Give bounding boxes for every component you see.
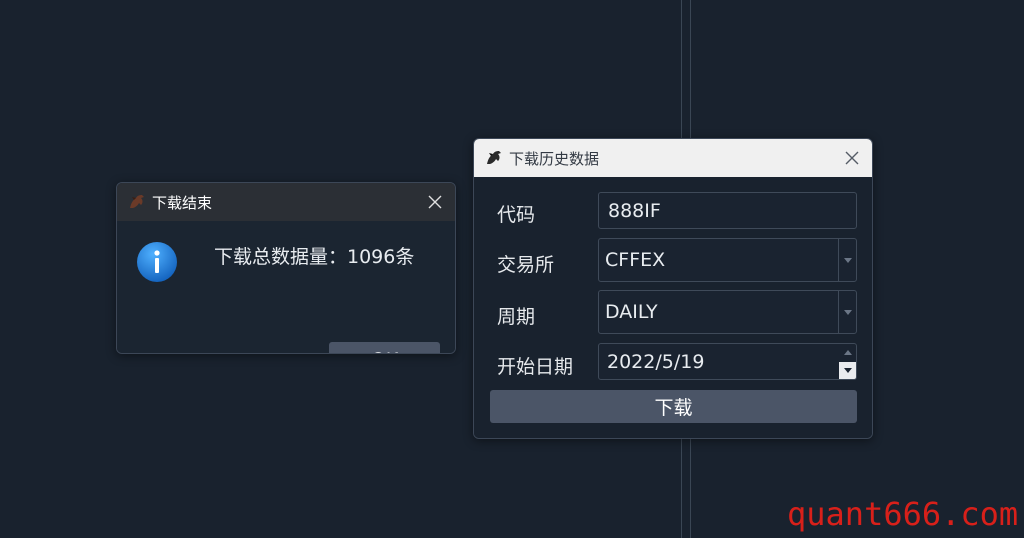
- spin-up-icon[interactable]: [839, 344, 856, 362]
- download-finished-dialog: 下载结束 下载总数据量：1096条 OK: [116, 182, 456, 354]
- horse-logo-icon: [128, 193, 146, 211]
- exchange-label: 交易所: [497, 254, 555, 276]
- message-text: 下载总数据量：1096条: [214, 246, 415, 268]
- dialog-body: 代码 888IF 交易所 CFFEX 周期 DAILY 开始日期 2022/5/…: [474, 177, 872, 438]
- dialog-titlebar[interactable]: 下载历史数据: [474, 139, 872, 177]
- start-date-input[interactable]: 2022/5/19: [598, 343, 857, 380]
- close-icon[interactable]: [425, 192, 445, 212]
- date-spinbox: [839, 344, 856, 379]
- start-date-label: 开始日期: [497, 356, 574, 378]
- interval-label: 周期: [497, 306, 536, 328]
- start-date-value: 2022/5/19: [607, 350, 705, 373]
- dialog-title: 下载历史数据: [509, 149, 600, 168]
- dialog-titlebar[interactable]: 下载结束: [117, 183, 455, 221]
- download-history-dialog: 下载历史数据 代码 888IF 交易所 CFFEX 周期 DAILY 开始日期 …: [473, 138, 873, 439]
- exchange-select[interactable]: CFFEX: [598, 238, 857, 282]
- chevron-down-icon[interactable]: [838, 239, 856, 281]
- watermark-text: quant666.com: [787, 495, 1019, 533]
- exchange-value: CFFEX: [605, 249, 666, 271]
- download-button[interactable]: 下载: [490, 390, 857, 423]
- symbol-input[interactable]: 888IF: [598, 192, 857, 229]
- horse-logo-icon: [485, 149, 503, 167]
- dialog-title: 下载结束: [152, 193, 213, 212]
- info-icon: [136, 241, 178, 283]
- chevron-down-icon[interactable]: [838, 291, 856, 333]
- symbol-label: 代码: [497, 204, 536, 226]
- spin-down-icon[interactable]: [839, 361, 856, 379]
- ok-button[interactable]: OK: [329, 342, 440, 353]
- interval-value: DAILY: [605, 301, 658, 323]
- interval-select[interactable]: DAILY: [598, 290, 857, 334]
- close-icon[interactable]: [842, 148, 862, 168]
- dialog-body: 下载总数据量：1096条 OK: [117, 221, 455, 353]
